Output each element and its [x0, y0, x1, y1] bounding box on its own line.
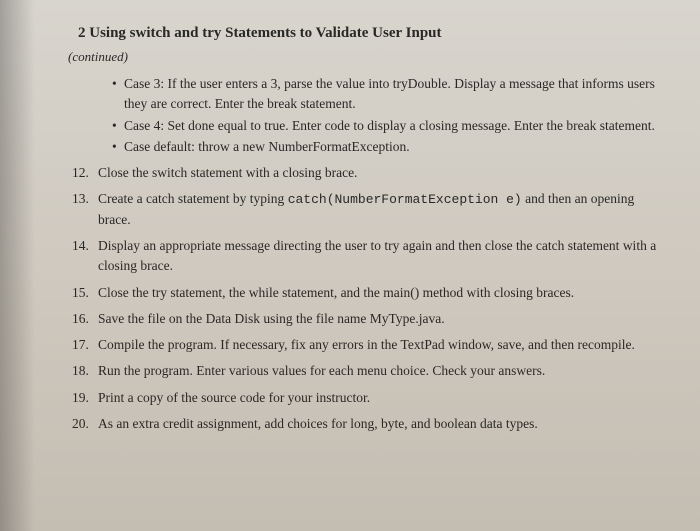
item-number: 16.	[72, 309, 98, 329]
list-item: 20. As an extra credit assignment, add c…	[72, 414, 660, 436]
item-number: 20.	[72, 414, 98, 434]
list-item: 15. Close the try statement, the while s…	[72, 283, 660, 305]
item-number: 17.	[72, 335, 98, 355]
item-text: Display an appropriate message directing…	[98, 236, 660, 277]
item-number: 18.	[72, 361, 98, 381]
item-text: Create a catch statement by typing catch…	[98, 189, 660, 230]
bullet-item: Case 4: Set done equal to true. Enter co…	[112, 116, 660, 136]
list-item: 14. Display an appropriate message direc…	[72, 236, 660, 279]
item-number: 19.	[72, 388, 98, 408]
section-title: Using switch and try Statements to Valid…	[89, 25, 441, 41]
page-binding-shadow	[0, 0, 35, 531]
code-snippet: catch(NumberFormatException e)	[288, 192, 522, 207]
item-text: Compile the program. If necessary, fix a…	[98, 335, 660, 355]
item-text: As an extra credit assignment, add choic…	[98, 414, 660, 434]
bullet-text: Case 3: If the user enters a 3, parse th…	[124, 76, 655, 111]
text-before: Create a catch statement by typing	[98, 191, 288, 206]
list-item: 19. Print a copy of the source code for …	[72, 388, 660, 410]
item-text: Print a copy of the source code for your…	[98, 388, 660, 408]
numbered-list: 12. Close the switch statement with a cl…	[60, 163, 660, 436]
list-item: 17. Compile the program. If necessary, f…	[72, 335, 660, 357]
list-item: 13. Create a catch statement by typing c…	[72, 189, 660, 232]
item-text: Close the switch statement with a closin…	[98, 163, 660, 183]
item-number: 14.	[72, 236, 98, 277]
item-text: Close the try statement, the while state…	[98, 283, 660, 303]
section-header: 2 Using switch and try Statements to Val…	[60, 22, 660, 45]
item-text: Save the file on the Data Disk using the…	[98, 309, 660, 329]
list-item: 12. Close the switch statement with a cl…	[72, 163, 660, 185]
bullet-item: Case default: throw a new NumberFormatEx…	[112, 137, 660, 157]
list-item: 16. Save the file on the Data Disk using…	[72, 309, 660, 331]
item-number: 13.	[72, 189, 98, 230]
bullet-text: Case default: throw a new NumberFormatEx…	[124, 139, 410, 154]
list-item: 18. Run the program. Enter various value…	[72, 361, 660, 383]
item-number: 12.	[72, 163, 98, 183]
section-number: 2	[78, 25, 86, 41]
bullet-text: Case 4: Set done equal to true. Enter co…	[124, 118, 655, 133]
bullet-item: Case 3: If the user enters a 3, parse th…	[112, 74, 660, 115]
continued-label: (continued)	[60, 47, 660, 67]
bullet-list: Case 3: If the user enters a 3, parse th…	[60, 74, 660, 157]
item-text: Run the program. Enter various values fo…	[98, 361, 660, 381]
item-number: 15.	[72, 283, 98, 303]
